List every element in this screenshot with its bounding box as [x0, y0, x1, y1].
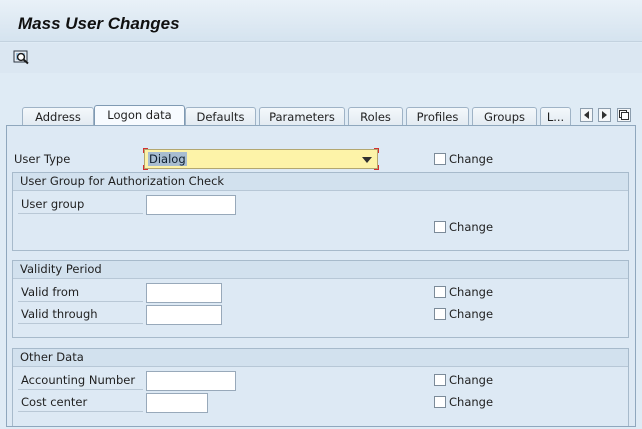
window-title: Mass User Changes	[18, 14, 180, 33]
title-bar: Mass User Changes	[0, 0, 642, 42]
application-toolbar	[0, 43, 642, 73]
validity-period-section-title: Validity Period	[13, 261, 628, 279]
valid-from-change-label: Change	[449, 285, 494, 299]
user-group-change-checkbox[interactable]	[434, 221, 446, 233]
auth-group-section-title: User Group for Authorization Check	[13, 173, 628, 191]
valid-through-change-label: Change	[449, 307, 494, 321]
user-group-change-label: Change	[449, 220, 494, 234]
tab-content-panel: User Type Dialog Change User Group for A…	[6, 125, 636, 427]
cost-center-change-checkbox[interactable]	[434, 396, 446, 408]
valid-through-label: Valid through	[21, 307, 98, 321]
valid-through-change-checkbox[interactable]	[434, 308, 446, 320]
user-type-select[interactable]: Dialog	[143, 148, 379, 170]
accounting-number-label: Accounting Number	[21, 373, 136, 387]
tab-list-icon[interactable]	[617, 108, 631, 122]
user-type-change-label: Change	[449, 152, 494, 166]
validity-period-section: Validity Period Valid from Change Valid …	[12, 260, 629, 338]
label-underline	[18, 389, 143, 390]
user-group-label: User group	[21, 197, 85, 211]
other-data-section-title: Other Data	[13, 349, 628, 367]
valid-from-change-checkbox[interactable]	[434, 286, 446, 298]
tab-scroll-right-icon[interactable]	[598, 108, 611, 122]
auth-group-section: User Group for Authorization Check User …	[12, 172, 629, 251]
user-type-label: User Type	[14, 152, 71, 166]
valid-through-input[interactable]	[146, 305, 222, 325]
accounting-number-change-checkbox[interactable]	[434, 374, 446, 386]
cost-center-input[interactable]	[146, 393, 208, 413]
label-underline	[18, 411, 143, 412]
user-type-value: Dialog	[148, 152, 187, 166]
accounting-number-change-label: Change	[449, 373, 494, 387]
user-group-input[interactable]	[146, 195, 236, 215]
tab-scroll-left-icon[interactable]	[580, 108, 593, 122]
label-underline	[18, 323, 143, 324]
cost-center-change-label: Change	[449, 395, 494, 409]
valid-from-label: Valid from	[21, 285, 80, 299]
other-data-section: Other Data Accounting Number Change Cost…	[12, 348, 629, 426]
cost-center-label: Cost center	[21, 395, 88, 409]
dropdown-arrow-icon[interactable]	[362, 157, 372, 163]
user-type-change-checkbox[interactable]	[434, 153, 446, 165]
accounting-number-input[interactable]	[146, 371, 236, 391]
label-underline	[18, 301, 143, 302]
search-glasses-icon[interactable]	[12, 48, 32, 66]
tabstrip: Address Defaults Parameters Roles Profil…	[0, 102, 642, 128]
valid-from-input[interactable]	[146, 283, 222, 303]
label-underline	[18, 213, 143, 214]
